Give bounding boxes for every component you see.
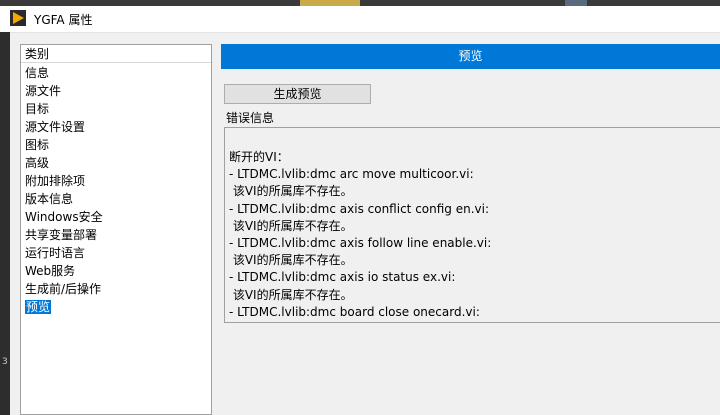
generate-preview-button[interactable]: 生成预览 [224, 84, 371, 104]
category-list-header: 类别 [21, 45, 211, 63]
error-line: 该VI的所属库不存在。 [229, 184, 353, 199]
category-list[interactable]: 类别 信息 源文件 目标 源文件设置 图标 高级 附加排除项 版本信息 Wind… [20, 44, 212, 415]
error-line: - LTDMC.lvlib:dmc board close onecard.vi… [229, 304, 480, 319]
error-line: 断开的VI： [229, 150, 289, 164]
error-line: - LTDMC.lvlib:dmc axis io status ex.vi: [229, 270, 456, 285]
error-line: - LTDMC.lvlib:dmc axis conflict config e… [229, 201, 490, 216]
error-line: 该VI的所属库不存在。 [229, 253, 353, 268]
category-item-destinations[interactable]: 目标 [21, 100, 211, 118]
labview-run-arrow-icon [10, 10, 26, 26]
category-item-windows-security[interactable]: Windows安全 [21, 208, 211, 226]
error-line: - LTDMC.lvlib:dmc axis follow line enabl… [229, 235, 492, 250]
background-window-edge: 3 [0, 32, 10, 415]
error-lines: 断开的VI： - LTDMC.lvlib:dmc arc move multic… [229, 149, 491, 321]
error-line: 该VI的所属库不存在。 [229, 218, 353, 233]
error-line: - LTDMC.lvlib:dmc arc move multicoor.vi: [229, 167, 474, 182]
category-item-advanced[interactable]: 高级 [21, 154, 211, 172]
error-info-label: 错误信息 [226, 111, 275, 125]
category-item-version-info[interactable]: 版本信息 [21, 190, 211, 208]
category-item-source-file-settings[interactable]: 源文件设置 [21, 118, 211, 136]
category-item-source-files[interactable]: 源文件 [21, 82, 211, 100]
category-item-preview[interactable]: 预览 [21, 298, 211, 316]
error-info-textbox[interactable]: 断开的VI： - LTDMC.lvlib:dmc arc move multic… [224, 127, 720, 323]
category-item-additional-exclusions[interactable]: 附加排除项 [21, 172, 211, 190]
category-item-web-services[interactable]: Web服务 [21, 262, 211, 280]
category-item-icon[interactable]: 图标 [21, 136, 211, 154]
category-item-info[interactable]: 信息 [21, 64, 211, 82]
category-items: 信息 源文件 目标 源文件设置 图标 高级 附加排除项 版本信息 Windows… [21, 64, 211, 316]
panel-header: 预览 [221, 44, 720, 69]
category-item-runtime-languages[interactable]: 运行时语言 [21, 244, 211, 262]
window-title: YGFA 属性 [34, 13, 93, 27]
category-item-pre-post-build-actions[interactable]: 生成前/后操作 [21, 280, 211, 298]
title-bar[interactable]: YGFA 属性 [0, 6, 720, 33]
category-item-shared-variable-deployment[interactable]: 共享变量部署 [21, 226, 211, 244]
error-line: 该VI的所属库不存在。 [229, 287, 353, 302]
